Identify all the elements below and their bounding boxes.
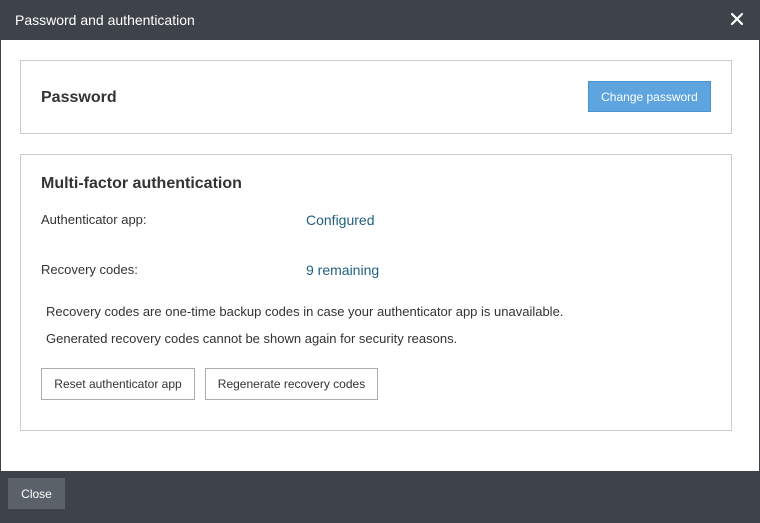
recovery-codes-note: Recovery codes are one-time backup codes… (46, 304, 564, 319)
recovery-codes-status: 9 remaining (306, 262, 380, 278)
authenticator-app-status: Configured (306, 212, 375, 228)
recovery-codes-label: Recovery codes: (41, 262, 138, 277)
close-icon[interactable] (727, 9, 747, 29)
mfa-heading: Multi-factor authentication (41, 175, 242, 192)
dialog-title: Password and authentication (15, 12, 195, 28)
dialog-titlebar: Password and authentication (1, 1, 759, 40)
mfa-panel: Multi-factor authentication Authenticato… (20, 154, 732, 431)
password-panel: Password Change password (20, 60, 732, 134)
change-password-button[interactable]: Change password (588, 81, 711, 112)
reset-authenticator-button[interactable]: Reset authenticator app (41, 368, 195, 400)
regenerate-recovery-codes-button[interactable]: Regenerate recovery codes (205, 368, 378, 400)
authenticator-app-label: Authenticator app: (41, 212, 147, 227)
close-button[interactable]: Close (8, 478, 65, 509)
password-auth-dialog: Password and authentication Password Cha… (0, 0, 760, 523)
recovery-codes-warning: Generated recovery codes cannot be shown… (46, 331, 458, 346)
password-heading: Password (41, 89, 117, 106)
dialog-footer: Close (1, 471, 759, 522)
